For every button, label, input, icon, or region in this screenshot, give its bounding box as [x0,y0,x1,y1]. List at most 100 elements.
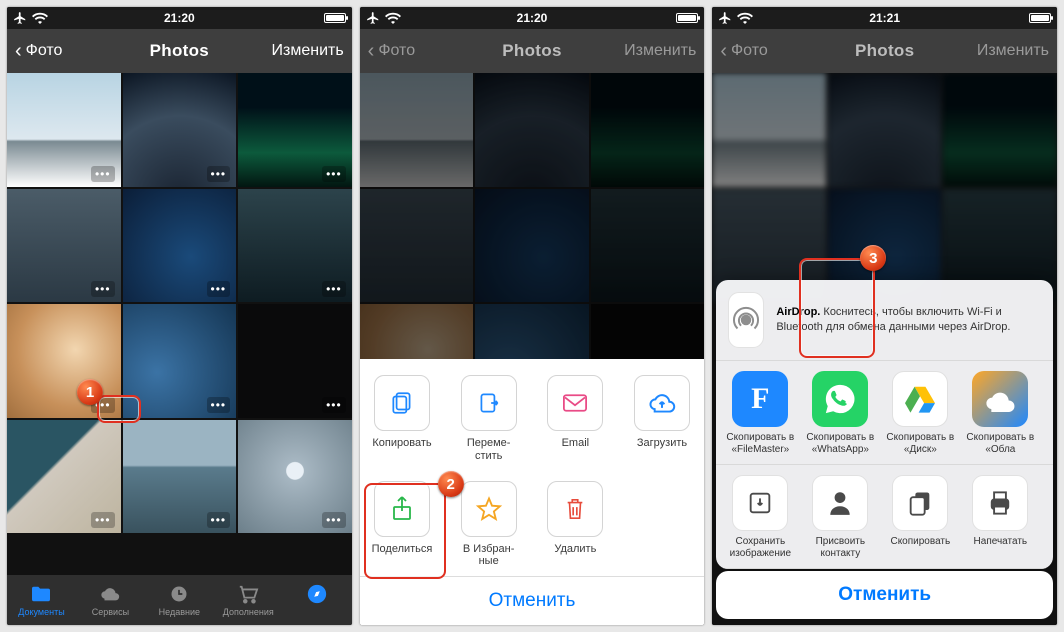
photo-thumb[interactable]: ••• [7,189,121,303]
more-icon[interactable]: ••• [322,166,346,182]
action-label: Скопировать [888,536,952,562]
photo-thumb[interactable]: ••• [7,304,121,418]
tab-services[interactable]: Сервисы [76,575,145,625]
status-bar: 21:20 [7,7,352,29]
photo-thumb[interactable]: ••• [238,304,352,418]
action-label: Поделиться [372,543,433,567]
share-app-filemaster[interactable]: F Скопировать в «FileMaster» [720,371,800,458]
nav-title: Photos [360,41,705,61]
action-label: Напечатать [972,536,1030,562]
action-favorite[interactable]: В Избран- ные [446,471,531,574]
share-action-assign-contact[interactable]: Присвоить контакту [800,475,880,562]
photo-grid-dimmed: Копировать Переме- стить Email Загрузить… [360,73,705,625]
cancel-button[interactable]: Отменить [360,576,705,625]
action-move[interactable]: Переме- стить [446,365,531,468]
share-icon [390,495,414,523]
action-share[interactable]: Поделиться [360,471,445,574]
cart-icon [237,584,259,604]
action-label: Удалить [554,543,596,567]
share-action-save-image[interactable]: Сохранить изображение [720,475,800,562]
photo-thumb[interactable]: ••• [238,73,352,187]
nav-title: Photos [712,41,1057,61]
screen-action-sheet: 21:20 ‹ Фото Photos Изменить Копировать [360,7,705,625]
tab-recent[interactable]: Недавние [145,575,214,625]
more-icon[interactable]: ••• [207,512,231,528]
share-action-print[interactable]: Напечатать [960,475,1040,562]
more-icon[interactable]: ••• [207,281,231,297]
whatsapp-icon [812,371,868,427]
wifi-icon [32,12,48,24]
more-icon[interactable]: ••• [322,512,346,528]
share-content: AirDrop. Коснитесь, чтобы включить Wi-Fi… [712,73,1057,625]
share-action-copy[interactable]: Скопировать [880,475,960,562]
share-app-whatsapp[interactable]: Скопировать в «WhatsApp» [800,371,880,458]
tab-label [316,607,319,617]
screen-share-sheet: 21:21 ‹ Фото Photos Изменить AirDrop. Ко… [712,7,1057,625]
airdrop-icon [728,292,764,348]
airplane-icon [718,11,732,25]
tab-label: Дополнения [223,607,274,617]
share-cancel-button[interactable]: Отменить [716,571,1053,619]
tab-addons[interactable]: Дополнения [214,575,283,625]
tab-documents[interactable]: Документы [7,575,76,625]
share-app-cloud[interactable]: Скопировать в «Обла [960,371,1040,458]
star-icon [475,496,503,522]
tab-label: Недавние [159,607,200,617]
more-icon[interactable]: ••• [322,397,346,413]
more-icon[interactable]: ••• [91,166,115,182]
wifi-icon [385,12,401,24]
nav-title: Photos [7,41,352,61]
tab-label: Сервисы [92,607,129,617]
battery-icon [676,13,698,23]
app-label: Скопировать в «Диск» [880,432,960,458]
more-icon[interactable]: ••• [91,281,115,297]
more-icon[interactable]: ••• [91,397,115,413]
nav-bar: ‹ Фото Photos Изменить [712,29,1057,73]
app-label: Скопировать в «WhatsApp» [800,432,880,458]
more-icon[interactable]: ••• [207,166,231,182]
action-copy[interactable]: Копировать [360,365,445,468]
action-label: Копировать [372,437,431,461]
upload-icon [647,392,677,414]
photo-thumb[interactable]: ••• [238,420,352,534]
tab-compass[interactable] [283,575,352,625]
email-icon [561,393,589,413]
action-label: В Избран- ные [463,543,515,568]
share-sheet: AirDrop. Коснитесь, чтобы включить Wi-Fi… [716,280,1053,569]
drive-icon [892,371,948,427]
print-icon [972,475,1028,531]
folder-icon [30,585,52,603]
airplane-icon [13,11,27,25]
photo-thumb[interactable]: ••• [123,73,237,187]
clock-icon [169,584,189,604]
action-delete[interactable]: Удалить [533,471,618,574]
airdrop-row[interactable]: AirDrop. Коснитесь, чтобы включить Wi-Fi… [716,280,1053,361]
status-time: 21:20 [360,11,705,25]
photo-thumb[interactable]: ••• [123,189,237,303]
move-icon [476,390,502,416]
share-app-drive[interactable]: Скопировать в «Диск» [880,371,960,458]
screen-photos-grid: 21:20 ‹ Фото Photos Изменить ••• ••• •••… [7,7,352,625]
more-icon[interactable]: ••• [322,281,346,297]
photo-thumb[interactable]: ••• [123,304,237,418]
more-icon[interactable]: ••• [207,397,231,413]
photo-thumb[interactable]: ••• [238,189,352,303]
action-label: Переме- стить [467,437,511,462]
nav-bar: ‹ Фото Photos Изменить [7,29,352,73]
trash-icon [564,496,586,522]
action-label: Загрузить [637,437,687,461]
action-upload[interactable]: Загрузить [620,365,705,468]
photo-thumb[interactable]: ••• [7,73,121,187]
airplane-icon [366,11,380,25]
more-icon[interactable]: ••• [91,512,115,528]
tab-bar: Документы Сервисы Недавние Дополнения [7,575,352,625]
action-email[interactable]: Email [533,365,618,468]
nav-bar: ‹ Фото Photos Изменить [360,29,705,73]
photo-thumb[interactable]: ••• [123,420,237,534]
share-actions-row: Сохранить изображение Присвоить контакту… [716,465,1053,569]
action-sheet: Копировать Переме- стить Email Загрузить… [360,359,705,625]
photo-thumb[interactable]: ••• [7,420,121,534]
status-bar: 21:21 [712,7,1057,29]
wifi-icon [737,12,753,24]
cloud-icon [99,585,121,603]
